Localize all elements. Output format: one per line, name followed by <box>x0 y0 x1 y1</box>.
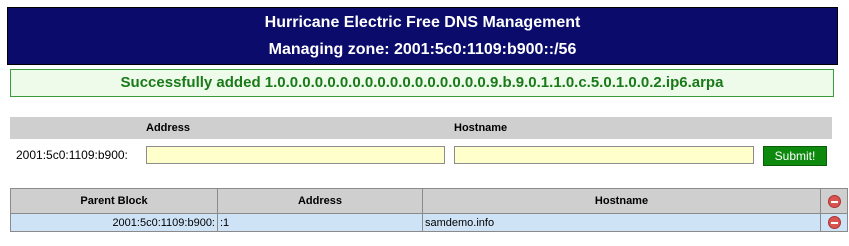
add-record-header: Address Hostname <box>10 117 832 139</box>
address-prefix: 2001:5c0:1109:b900: <box>16 148 128 162</box>
delete-circle-icon[interactable] <box>827 194 841 208</box>
hostname-column-label: Hostname <box>454 122 508 134</box>
parent-block-cell: 2001:5c0:1109:b900: <box>10 213 218 232</box>
delete-circle-icon[interactable] <box>827 216 841 229</box>
success-message: Successfully added 1.0.0.0.0.0.0.0.0.0.0… <box>10 69 834 97</box>
address-header: Address <box>217 188 423 214</box>
address-column-label: Address <box>146 122 191 134</box>
zone-subtitle: Managing zone: 2001:5c0:1109:b900::/56 <box>268 41 577 58</box>
table-row: 2001:5c0:1109:b900: :1 samdemo.info <box>10 213 848 232</box>
parent-block-header: Parent Block <box>10 188 218 214</box>
page-header: Hurricane Electric Free DNS Management M… <box>7 7 838 65</box>
hostname-header: Hostname <box>422 188 821 214</box>
page-title: Hurricane Electric Free DNS Management <box>264 14 581 31</box>
hostname-cell: samdemo.info <box>422 213 821 232</box>
delete-cell <box>820 213 848 232</box>
hostname-input[interactable] <box>454 146 754 164</box>
address-input[interactable] <box>146 146 445 164</box>
submit-button[interactable]: Submit! <box>763 146 827 166</box>
delete-all-cell <box>820 188 848 214</box>
address-cell: :1 <box>217 213 423 232</box>
records-table: Parent Block Address Hostname 2001:5c0:1… <box>10 188 848 232</box>
records-header-row: Parent Block Address Hostname <box>10 188 848 214</box>
